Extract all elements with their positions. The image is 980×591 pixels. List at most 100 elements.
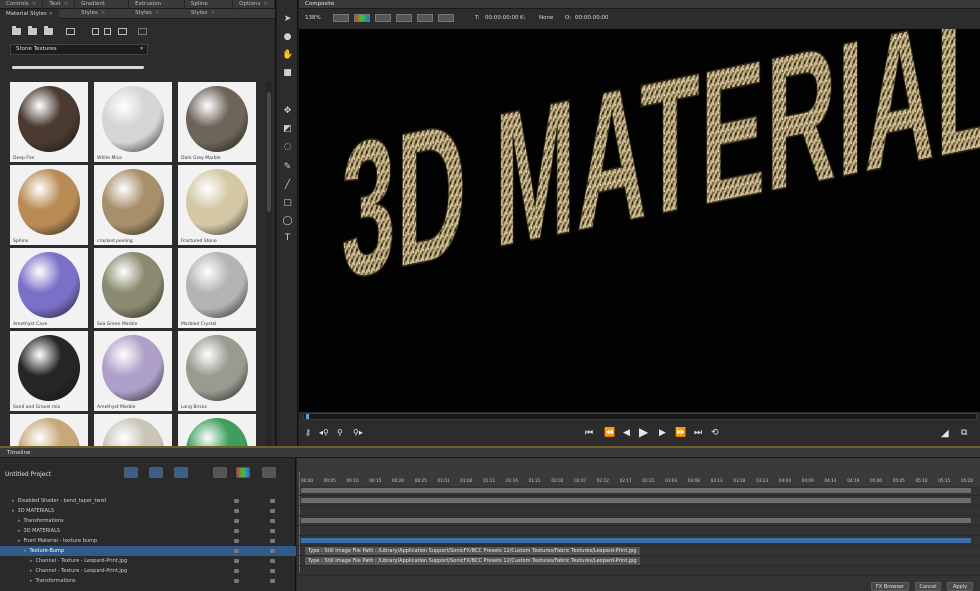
material-swatch[interactable]: Amethyst Cave [10,248,88,328]
layer-type-icon[interactable] [270,539,275,543]
layer-row[interactable]: ▸ Front Material - texture bump [0,536,296,546]
close-icon[interactable]: × [263,1,268,7]
disclosure-triangle-icon[interactable]: ▸ [30,558,33,564]
disclosure-triangle-icon[interactable]: ▸ [12,508,15,514]
text-tool-icon[interactable]: T [282,233,293,244]
disclosure-triangle-icon[interactable]: ▸ [12,498,15,504]
open-folder-icon[interactable] [12,26,21,35]
layer-row[interactable]: ▸ Transformations [0,576,296,586]
loop-icon[interactable]: ⟲ [711,428,719,438]
tab-options[interactable]: Options × [233,0,275,9]
go-to-end-icon[interactable]: ⏭ [694,428,702,438]
material-swatch[interactable]: Sand and Gravel mix [10,331,88,411]
tab-controls[interactable]: Controls × [0,0,44,9]
orbit-tool-icon[interactable]: ◌ [282,142,293,153]
disclosure-triangle-icon[interactable]: ▸ [18,518,21,524]
export-icon[interactable] [104,28,111,35]
thumbnail-size-slider[interactable] [12,66,144,69]
close-icon[interactable]: × [155,10,160,16]
scale-tool-icon[interactable]: ◩ [282,124,293,135]
tab-extrusion-styles[interactable]: Extrusion Styles × [129,0,185,16]
material-swatch[interactable]: Sea Green Marble [94,248,172,328]
visibility-icon[interactable] [234,569,239,573]
rgb-channels-icon[interactable] [354,14,370,22]
zoom-level[interactable]: 138% [305,15,321,21]
disclosure-triangle-icon[interactable]: ▸ [30,578,33,584]
step-back-icon[interactable]: ◀ [623,428,630,438]
material-swatch[interactable]: Marbled Crystal [178,248,256,328]
tab-gradient-styles[interactable]: Gradient Styles × [75,0,130,16]
layer-row[interactable]: ▸ Channel - Texture - Leopard-Print.jpg [0,566,296,576]
import-icon[interactable] [92,28,99,35]
layer-type-icon[interactable] [270,579,275,583]
composite-viewer[interactable]: 3D MATERIALS [299,29,980,412]
layer-row[interactable]: ▸ Texture-Bump [0,546,296,556]
rotate-tool-icon[interactable]: ● [282,32,293,43]
keyframe-mode[interactable]: None [539,15,553,21]
camera-icon[interactable] [417,14,433,22]
material-swatch[interactable]: Sphinx [10,165,88,245]
rewind-icon[interactable]: ⏪ [604,428,615,438]
material-swatch[interactable] [94,414,172,446]
visibility-icon[interactable] [234,539,239,543]
save-folder-icon[interactable] [44,26,53,35]
move-tool-icon[interactable]: ✥ [282,106,293,117]
next-keyframe-icon[interactable]: ⚲▸ [353,428,363,437]
material-grid-scrollbar[interactable] [266,82,272,446]
material-swatch[interactable]: Deep Fire [10,82,88,162]
viewer-scrub-bar[interactable] [303,413,977,420]
fast-forward-icon[interactable]: ⏩ [675,428,686,438]
add-keyframe-icon[interactable]: ⚲ [337,428,343,437]
square-tool-icon[interactable]: ■ [282,68,293,79]
safe-area-icon[interactable] [438,14,454,22]
tab-spline-styles[interactable]: Spline Styles × [185,0,234,16]
new-folder-icon[interactable] [28,26,37,35]
layer-type-icon[interactable] [270,499,275,503]
layer-type-icon[interactable] [270,529,275,533]
layer-row[interactable]: ▸ Disabled Shader - bend_taper_twist [0,496,296,506]
disclosure-triangle-icon[interactable]: ▸ [30,568,33,574]
material-swatch[interactable]: Fractured Stone [178,165,256,245]
layer-row[interactable]: ▸ Channel - Texture - Leopard-Print.jpg [0,556,296,566]
visibility-icon[interactable] [234,529,239,533]
material-swatch[interactable]: Long Bricks [178,331,256,411]
overlay-icon[interactable] [375,14,391,22]
material-swatch[interactable]: cracked peeling [94,165,172,245]
material-swatch[interactable]: Amethyst Marble [94,331,172,411]
key-icon[interactable]: ⚷ [305,428,311,437]
close-icon[interactable]: × [32,1,37,7]
rectangle-tool-icon[interactable]: ▢ [282,198,293,209]
close-icon[interactable]: × [49,11,54,17]
visibility-icon[interactable] [234,509,239,513]
timeline-ruler[interactable]: 00:00 00:05 00:10 00:15 00:20 00:25 01:01 01:06… [297,458,980,486]
grid-icon[interactable] [396,14,412,22]
tab-text[interactable]: Text × [43,0,76,9]
track-bar[interactable] [301,518,971,523]
fx-browser-button[interactable]: FX Browser [871,582,909,591]
tab-material-styles[interactable]: Material Styles × [0,8,60,19]
track-mode-icon[interactable] [213,467,227,478]
visibility-icon[interactable] [234,519,239,523]
track-bar-selected[interactable] [301,538,971,543]
layer-type-icon[interactable] [270,509,275,513]
scrub-playhead[interactable] [306,414,309,419]
visibility-icon[interactable] [234,499,239,503]
material-swatch[interactable]: White Mica [94,82,172,162]
material-swatch[interactable] [178,414,256,446]
close-icon[interactable]: × [211,10,216,16]
arrow-tool-icon[interactable]: ➤ [282,14,293,25]
scrollbar-thumb[interactable] [267,92,271,212]
material-swatch[interactable] [10,414,88,446]
material-swatch[interactable]: Dark Grey Marble [178,82,256,162]
step-forward-icon[interactable]: ▶ [659,428,666,438]
layer-type-icon[interactable] [270,549,275,553]
disclosure-triangle-icon[interactable]: ▸ [18,538,21,544]
camera-view-icon[interactable] [149,467,163,478]
visibility-icon[interactable] [234,559,239,563]
close-icon[interactable]: × [63,1,68,7]
go-to-start-icon[interactable]: ⏮ [585,428,593,438]
channel-colors-icon[interactable] [236,467,250,478]
visibility-icon[interactable] [234,549,239,553]
layer-type-icon[interactable] [270,559,275,563]
resize-corner-icon[interactable]: ◢ [941,428,949,439]
